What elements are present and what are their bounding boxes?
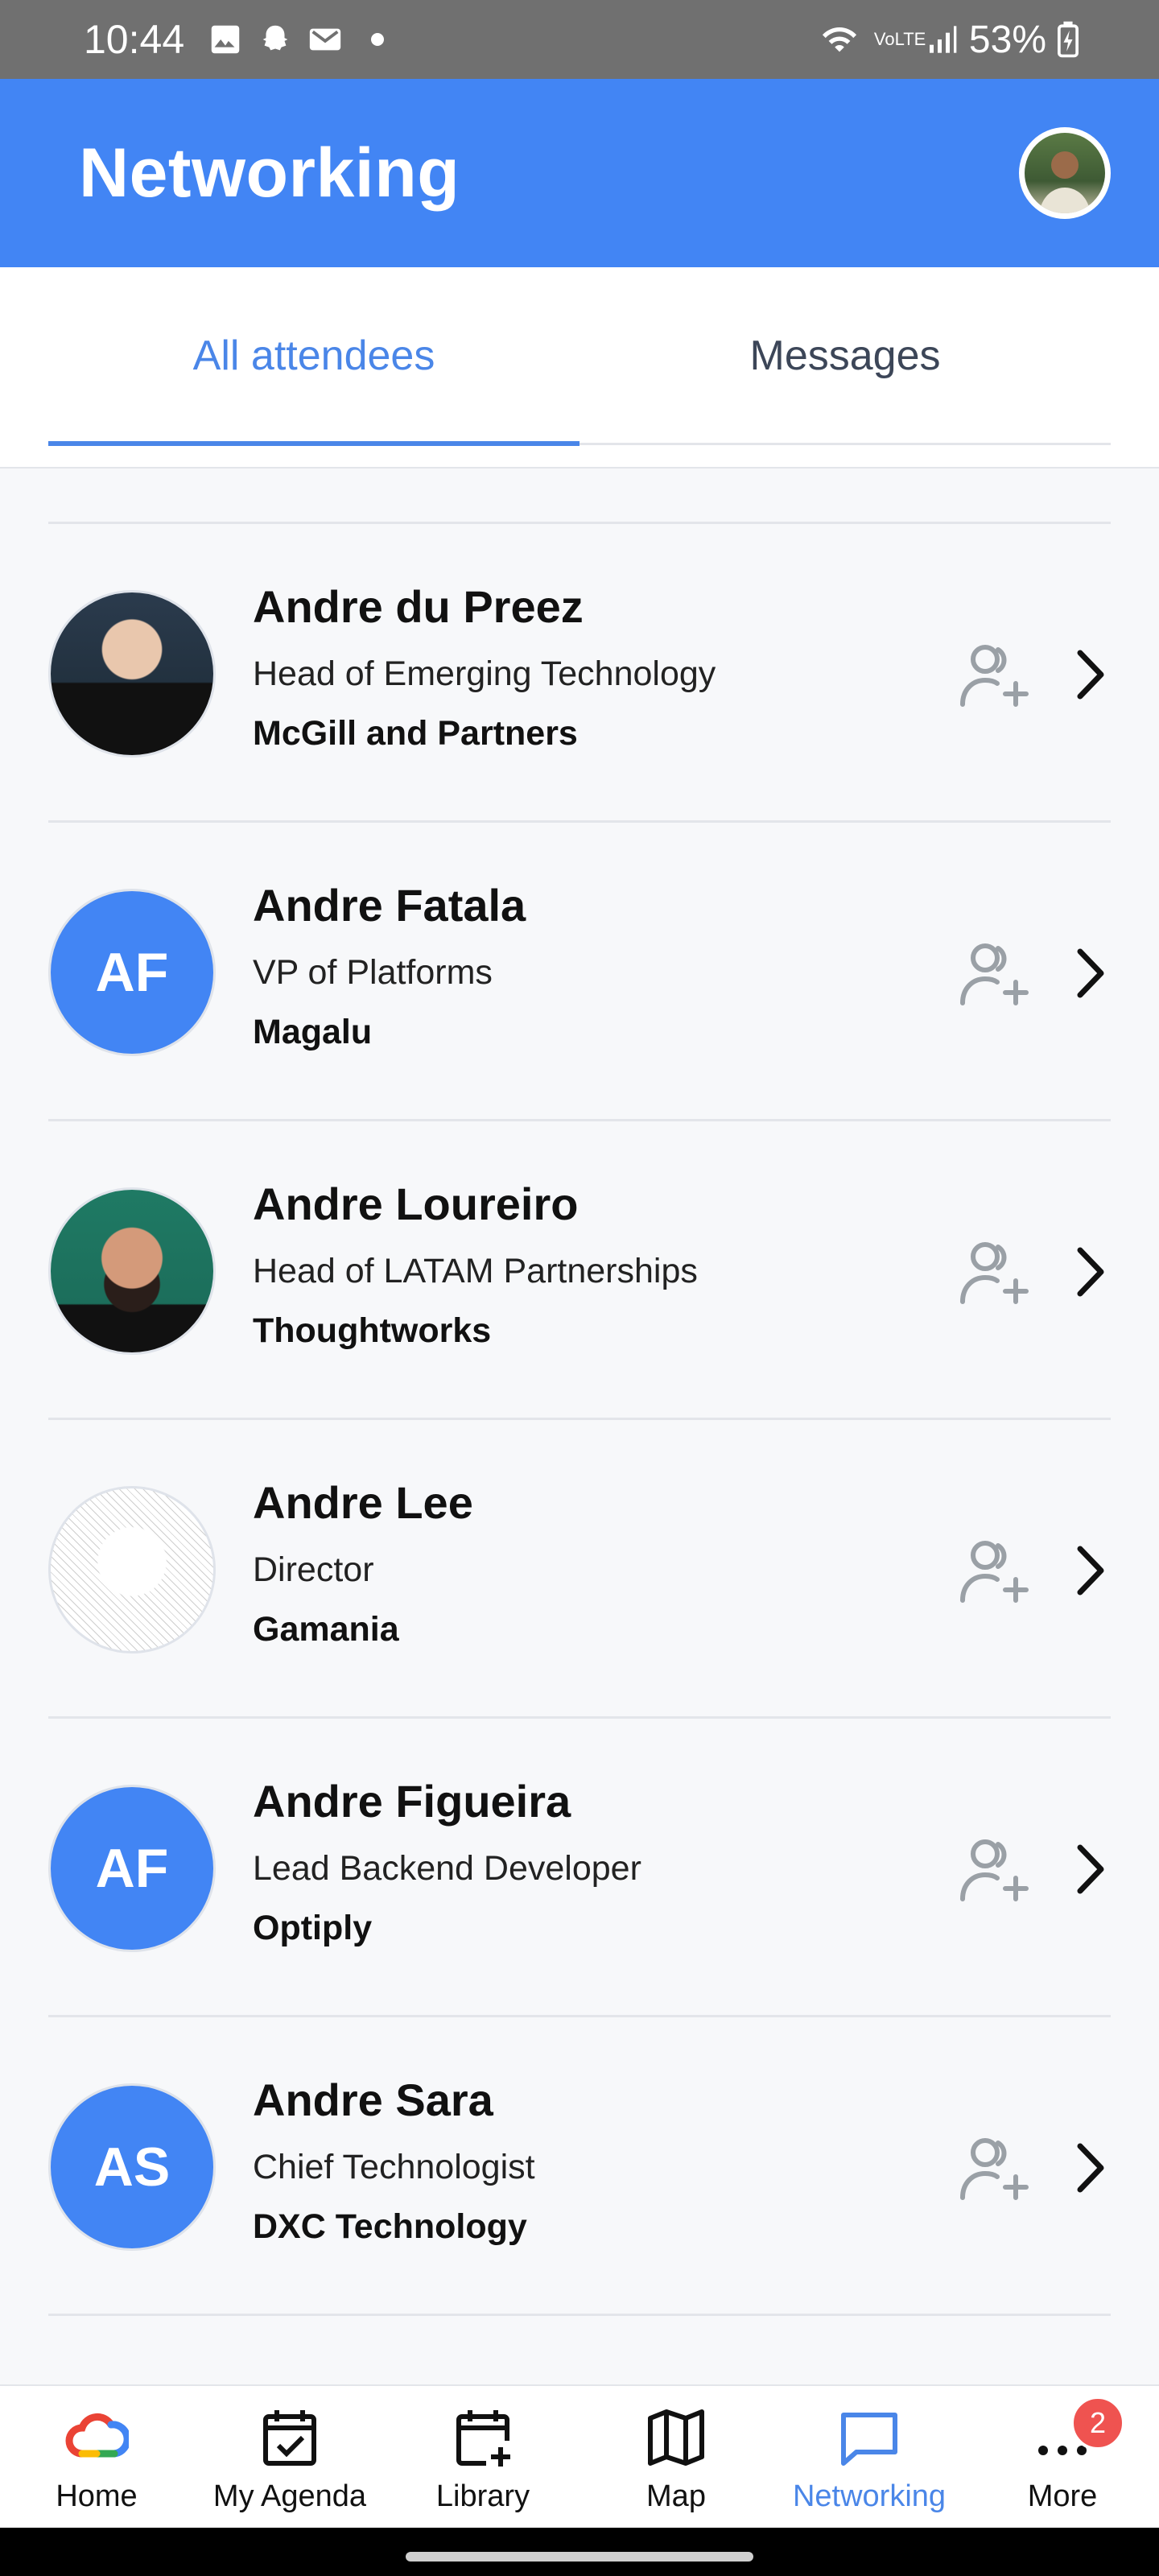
nav-my-agenda[interactable]: My Agenda xyxy=(193,2386,386,2528)
attendee-name: Andre Lee xyxy=(253,1477,473,1528)
attendee-name: Andre du Preez xyxy=(253,581,584,632)
nav-networking[interactable]: Networking xyxy=(773,2386,966,2528)
avatar: AF xyxy=(48,1785,216,1952)
battery-percent: 53% xyxy=(968,18,1046,61)
calendar-check-icon xyxy=(263,2410,316,2466)
calendar-add-icon xyxy=(456,2410,510,2467)
add-contact-icon[interactable] xyxy=(958,1239,1030,1307)
add-contact-icon[interactable] xyxy=(958,642,1030,709)
avatar xyxy=(48,1486,216,1653)
mail-icon xyxy=(309,28,341,51)
attendee-row[interactable]: AF Andre Fatala VP of Platforms Magalu xyxy=(48,820,1111,1119)
nav-label: More xyxy=(1027,2479,1098,2513)
nav-label: Map xyxy=(646,2479,706,2513)
volte-label: VoLTE xyxy=(873,29,926,49)
chevron-right-icon[interactable] xyxy=(1070,646,1111,703)
add-contact-icon[interactable] xyxy=(958,1836,1030,1904)
image-icon xyxy=(211,25,240,54)
snapchat-icon xyxy=(262,25,288,51)
attendee-row[interactable]: Andre Lee Director Gamania xyxy=(48,1418,1111,1716)
home-gesture-handle[interactable] xyxy=(406,2552,753,2562)
attendee-company: Gamania xyxy=(253,1610,399,1649)
nav-map[interactable]: Map xyxy=(580,2386,773,2528)
add-contact-icon[interactable] xyxy=(958,2135,1030,2202)
attendee-title: Head of LATAM Partnerships xyxy=(253,1252,698,1290)
wifi-icon xyxy=(822,27,857,52)
nav-label: Library xyxy=(435,2479,530,2513)
gesture-bar xyxy=(0,2528,1159,2576)
attendee-row[interactable]: AF Andre Figueira Lead Backend Developer… xyxy=(48,1716,1111,2015)
tab-all-attendees[interactable]: All attendees xyxy=(48,332,580,380)
attendee-company: Thoughtworks xyxy=(253,1311,492,1350)
tab-messages[interactable]: Messages xyxy=(580,332,1111,380)
notification-badge: 2 xyxy=(1070,2396,1125,2450)
chevron-right-icon[interactable] xyxy=(1070,1542,1111,1599)
app-header: Networking xyxy=(0,79,1159,267)
attendee-row[interactable]: Andre du Preez Head of Emerging Technolo… xyxy=(48,522,1111,820)
status-time: 10:44 xyxy=(84,17,185,62)
google-cloud-icon xyxy=(65,2413,129,2458)
chevron-right-icon[interactable] xyxy=(1070,1841,1111,1897)
bottom-nav: Home My Agenda Library Map Networking 2 … xyxy=(0,2384,1159,2528)
add-contact-icon[interactable] xyxy=(958,1538,1030,1605)
attendee-name: Andre Sara xyxy=(253,2074,493,2125)
attendee-list: Andre du Preez Head of Emerging Technolo… xyxy=(48,522,1111,2378)
attendee-company: DXC Technology xyxy=(253,2207,527,2246)
signal-icon xyxy=(929,26,957,53)
attendee-company: Optiply xyxy=(253,1909,373,1947)
add-contact-icon[interactable] xyxy=(958,940,1030,1008)
notification-icons xyxy=(207,21,385,58)
battery-charging-icon xyxy=(1058,21,1079,58)
chevron-right-icon[interactable] xyxy=(1070,2140,1111,2196)
tab-active-indicator xyxy=(48,441,580,446)
attendee-company: McGill and Partners xyxy=(253,714,578,753)
tab-bar: All attendees Messages xyxy=(0,267,1159,469)
attendee-row[interactable]: Andre Loureiro Head of LATAM Partnership… xyxy=(48,1119,1111,1418)
avatar xyxy=(48,590,216,758)
attendee-title: Head of Emerging Technology xyxy=(253,654,716,693)
person-silhouette-icon xyxy=(1039,151,1091,213)
avatar: AF xyxy=(48,889,216,1056)
attendee-title: Chief Technologist xyxy=(253,2148,535,2186)
more-notifications-dot xyxy=(371,33,385,46)
nav-home[interactable]: Home xyxy=(0,2386,193,2528)
page-title: Networking xyxy=(79,134,460,212)
nav-label: Networking xyxy=(792,2479,947,2513)
nav-label: Home xyxy=(56,2479,138,2513)
avatar xyxy=(48,1187,216,1355)
attendee-row-partial[interactable] xyxy=(48,2314,1111,2378)
attendee-title: VP of Platforms xyxy=(253,953,493,992)
profile-photo xyxy=(1025,133,1105,213)
attendee-title: Director xyxy=(253,1550,374,1589)
profile-avatar[interactable] xyxy=(1019,127,1111,219)
nav-library[interactable]: Library xyxy=(386,2386,580,2528)
attendee-name: Andre Figueira xyxy=(253,1776,571,1827)
attendee-row[interactable]: AS Andre Sara Chief Technologist DXC Tec… xyxy=(48,2015,1111,2314)
attendee-name: Andre Fatala xyxy=(253,880,526,931)
attendee-name: Andre Loureiro xyxy=(253,1179,579,1229)
status-right: VoLTE 53% xyxy=(816,18,1079,62)
attendee-company: Magalu xyxy=(253,1013,373,1051)
nav-label: My Agenda xyxy=(212,2479,367,2513)
status-bar: 10:44 VoLTE 53% xyxy=(0,0,1159,79)
chevron-right-icon[interactable] xyxy=(1070,1244,1111,1300)
chevron-right-icon[interactable] xyxy=(1070,945,1111,1001)
chat-icon xyxy=(841,2413,897,2466)
avatar: AS xyxy=(48,2083,216,2251)
nav-more[interactable]: 2 More xyxy=(966,2386,1159,2528)
map-icon xyxy=(648,2409,704,2466)
attendee-title: Lead Backend Developer xyxy=(253,1849,641,1888)
